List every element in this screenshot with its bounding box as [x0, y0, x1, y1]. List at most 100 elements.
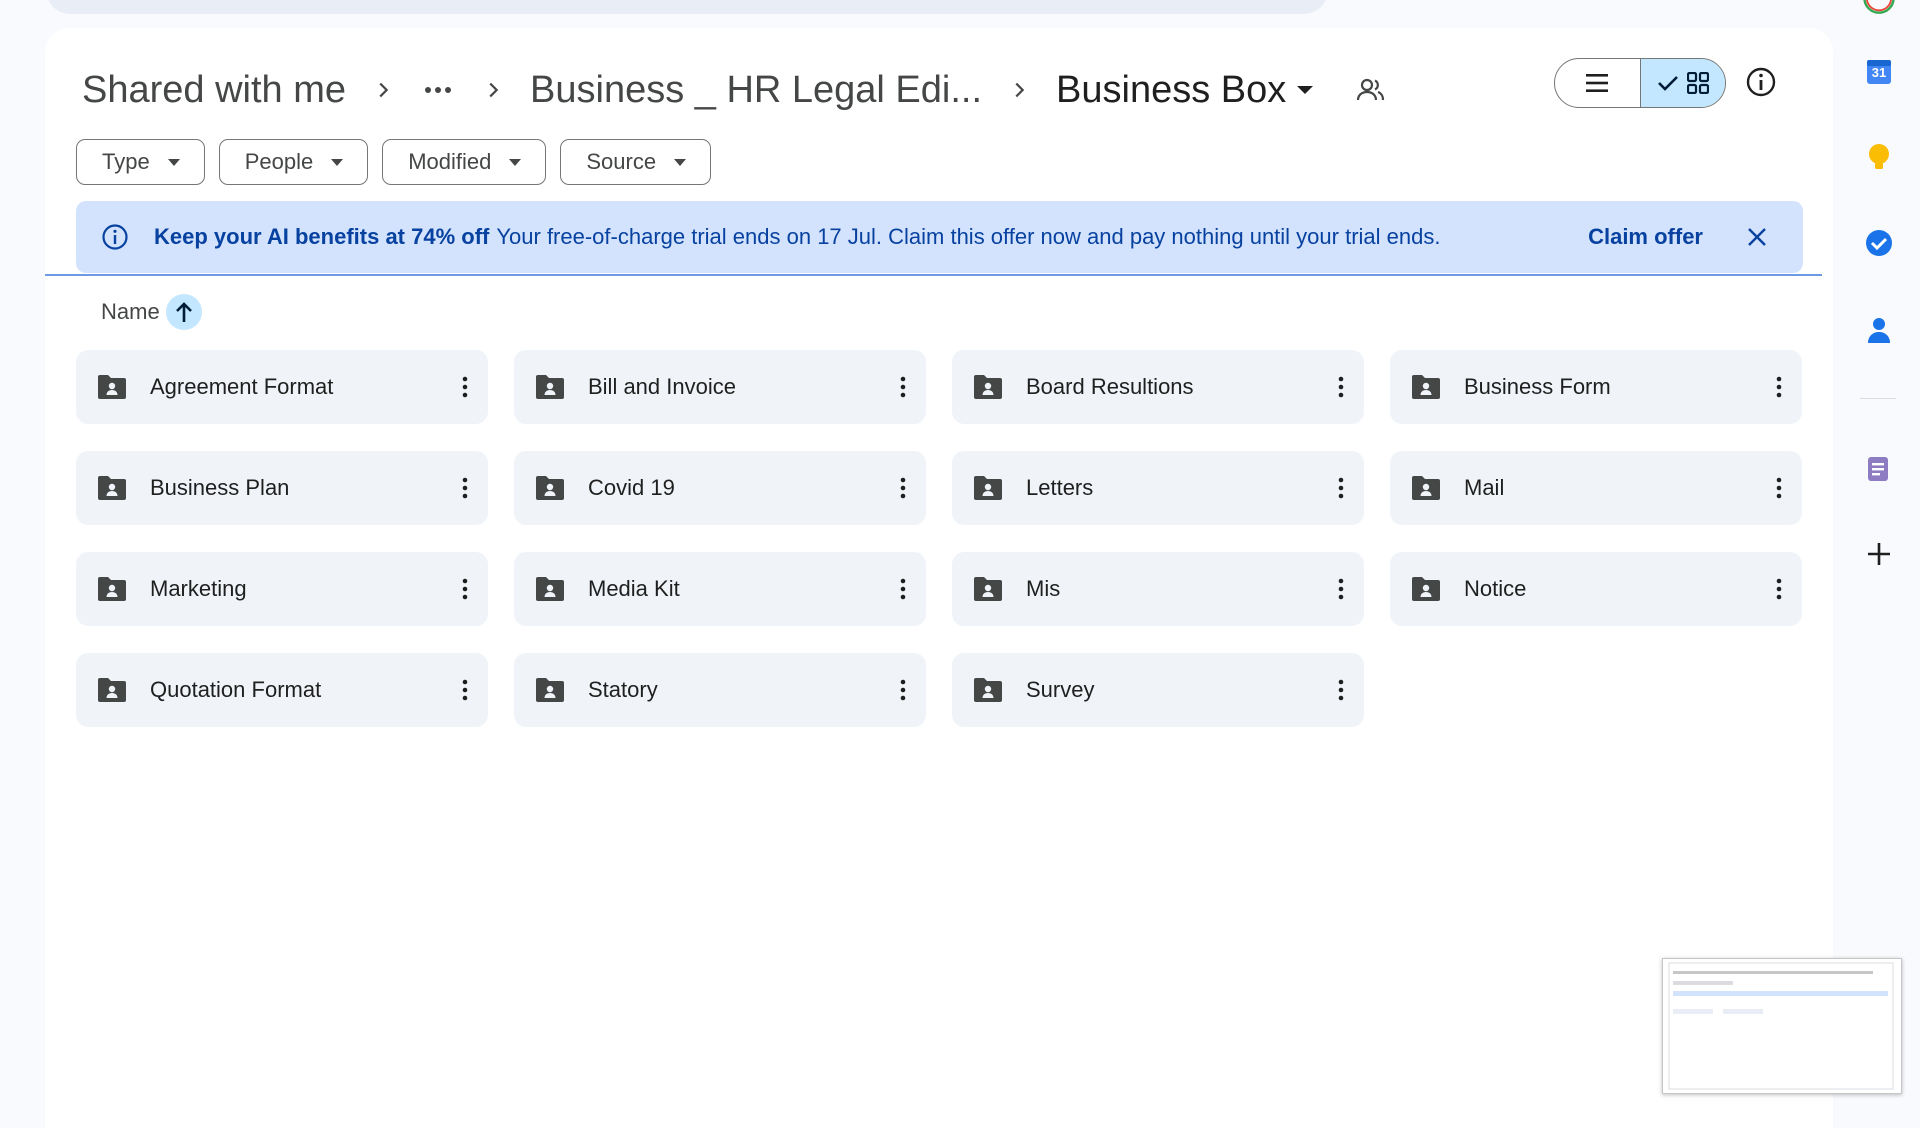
folder-name: Mail: [1464, 475, 1505, 500]
folder-item[interactable]: Board Resultions: [952, 350, 1364, 424]
addon-icon[interactable]: [1862, 452, 1896, 486]
view-toggle: [1554, 58, 1726, 108]
folder-name: Business Form: [1464, 374, 1611, 399]
filter-source-chip[interactable]: Source: [560, 139, 712, 185]
more-vert-icon[interactable]: [462, 477, 468, 499]
breadcrumb: Shared with me Business _ HR Legal Edi..…: [76, 62, 1386, 118]
folder-name: Letters: [1026, 475, 1094, 500]
main-content: Shared with me Business _ HR Legal Edi..…: [45, 28, 1833, 1128]
folder-item[interactable]: Quotation Format: [76, 653, 488, 727]
filter-people-chip[interactable]: People: [218, 139, 369, 185]
shared-folder-icon: [972, 373, 1004, 401]
folder-item[interactable]: Statory: [514, 653, 926, 727]
divider: [1860, 398, 1896, 399]
filter-label: People: [244, 149, 314, 174]
filter-bar: Type People Modified Source: [76, 139, 712, 185]
more-vert-icon[interactable]: [1338, 679, 1344, 701]
shared-folder-icon: [1410, 575, 1442, 603]
shared-people-icon[interactable]: [1356, 77, 1386, 103]
side-panel: 31: [1840, 0, 1920, 1109]
info-icon: [101, 223, 129, 251]
more-vert-icon[interactable]: [1776, 578, 1782, 600]
add-icon[interactable]: [1862, 537, 1896, 571]
dropdown-arrow-icon: [509, 158, 522, 166]
folder-name: Board Resultions: [1026, 374, 1194, 399]
more-horiz-icon[interactable]: [414, 86, 462, 94]
filter-label: Type: [102, 149, 150, 174]
folder-name: Bill and Invoice: [588, 374, 736, 399]
calendar-icon[interactable]: 31: [1862, 54, 1896, 88]
more-vert-icon[interactable]: [1338, 477, 1344, 499]
grid-view-button[interactable]: [1639, 59, 1725, 107]
folder-name: Survey: [1026, 677, 1095, 702]
info-icon[interactable]: [1745, 66, 1777, 98]
sort-label: Name: [101, 299, 160, 324]
filter-modified-chip[interactable]: Modified: [382, 139, 547, 185]
folder-name: Marketing: [150, 576, 247, 601]
shared-folder-icon: [96, 474, 128, 502]
shared-folder-icon: [972, 474, 1004, 502]
account-ring-icon[interactable]: [1862, 0, 1896, 20]
banner-message: Your free-of-charge trial ends on 17 Jul…: [496, 224, 1441, 249]
close-icon[interactable]: [1747, 227, 1767, 247]
filter-type-chip[interactable]: Type: [76, 139, 205, 185]
folder-name: Mis: [1026, 576, 1061, 601]
folder-item[interactable]: Agreement Format: [76, 350, 488, 424]
shared-folder-icon: [96, 676, 128, 704]
folder-item[interactable]: Marketing: [76, 552, 488, 626]
folder-name: Media Kit: [588, 576, 680, 601]
offer-banner: Keep your AI benefits at 74% off Your fr…: [76, 201, 1803, 273]
shared-folder-icon: [96, 373, 128, 401]
filter-label: Source: [586, 149, 657, 174]
page-thumbnail[interactable]: [1662, 958, 1902, 1094]
folder-item[interactable]: Media Kit: [514, 552, 926, 626]
breadcrumb-shared-with-me[interactable]: Shared with me: [76, 69, 352, 112]
folder-item[interactable]: Business Form: [1390, 350, 1802, 424]
shared-folder-icon: [534, 474, 566, 502]
folder-name: Covid 19: [588, 475, 675, 500]
dropdown-arrow-icon: [674, 158, 687, 166]
breadcrumb-current-folder[interactable]: Business Box: [1050, 69, 1320, 112]
folder-item[interactable]: Mis: [952, 552, 1364, 626]
folder-item[interactable]: Covid 19: [514, 451, 926, 525]
list-view-button[interactable]: [1555, 59, 1640, 107]
dropdown-arrow-icon: [331, 158, 344, 166]
folder-name: Notice: [1464, 576, 1527, 601]
more-vert-icon[interactable]: [1776, 376, 1782, 398]
arrow-up-icon[interactable]: [165, 294, 202, 330]
folder-item[interactable]: Survey: [952, 653, 1364, 727]
folder-item[interactable]: Bill and Invoice: [514, 350, 926, 424]
more-vert-icon[interactable]: [900, 679, 906, 701]
shared-folder-icon: [1410, 474, 1442, 502]
tasks-icon[interactable]: [1862, 226, 1896, 260]
more-vert-icon[interactable]: [462, 679, 468, 701]
more-vert-icon[interactable]: [1338, 578, 1344, 600]
breadcrumb-parent-folder[interactable]: Business _ HR Legal Edi...: [524, 69, 988, 112]
folder-grid: Agreement Format Bill and Invoice Board Re…: [76, 350, 1802, 727]
divider: [45, 274, 1822, 276]
shared-folder-icon: [1410, 373, 1442, 401]
claim-offer-button[interactable]: Claim offer: [1588, 224, 1703, 250]
folder-item[interactable]: Notice: [1390, 552, 1802, 626]
shared-folder-icon: [534, 373, 566, 401]
keep-icon[interactable]: [1862, 141, 1896, 175]
more-vert-icon[interactable]: [900, 578, 906, 600]
more-vert-icon[interactable]: [1776, 477, 1782, 499]
banner-title: Keep your AI benefits at 74% off: [154, 224, 490, 249]
contacts-icon[interactable]: [1862, 313, 1896, 347]
more-vert-icon[interactable]: [900, 477, 906, 499]
folder-item[interactable]: Mail: [1390, 451, 1802, 525]
current-folder-title: Business Box: [1056, 68, 1287, 111]
folder-name: Statory: [588, 677, 658, 702]
more-vert-icon[interactable]: [462, 376, 468, 398]
more-vert-icon[interactable]: [1338, 376, 1344, 398]
folder-name: Business Plan: [150, 475, 290, 500]
folder-item[interactable]: Business Plan: [76, 451, 488, 525]
more-vert-icon[interactable]: [900, 376, 906, 398]
more-vert-icon[interactable]: [462, 578, 468, 600]
chevron-right-icon: [352, 79, 414, 101]
search-bar-edge[interactable]: [46, 0, 1328, 14]
chevron-right-icon: [988, 79, 1050, 101]
sort-header[interactable]: Name: [101, 294, 202, 330]
folder-item[interactable]: Letters: [952, 451, 1364, 525]
